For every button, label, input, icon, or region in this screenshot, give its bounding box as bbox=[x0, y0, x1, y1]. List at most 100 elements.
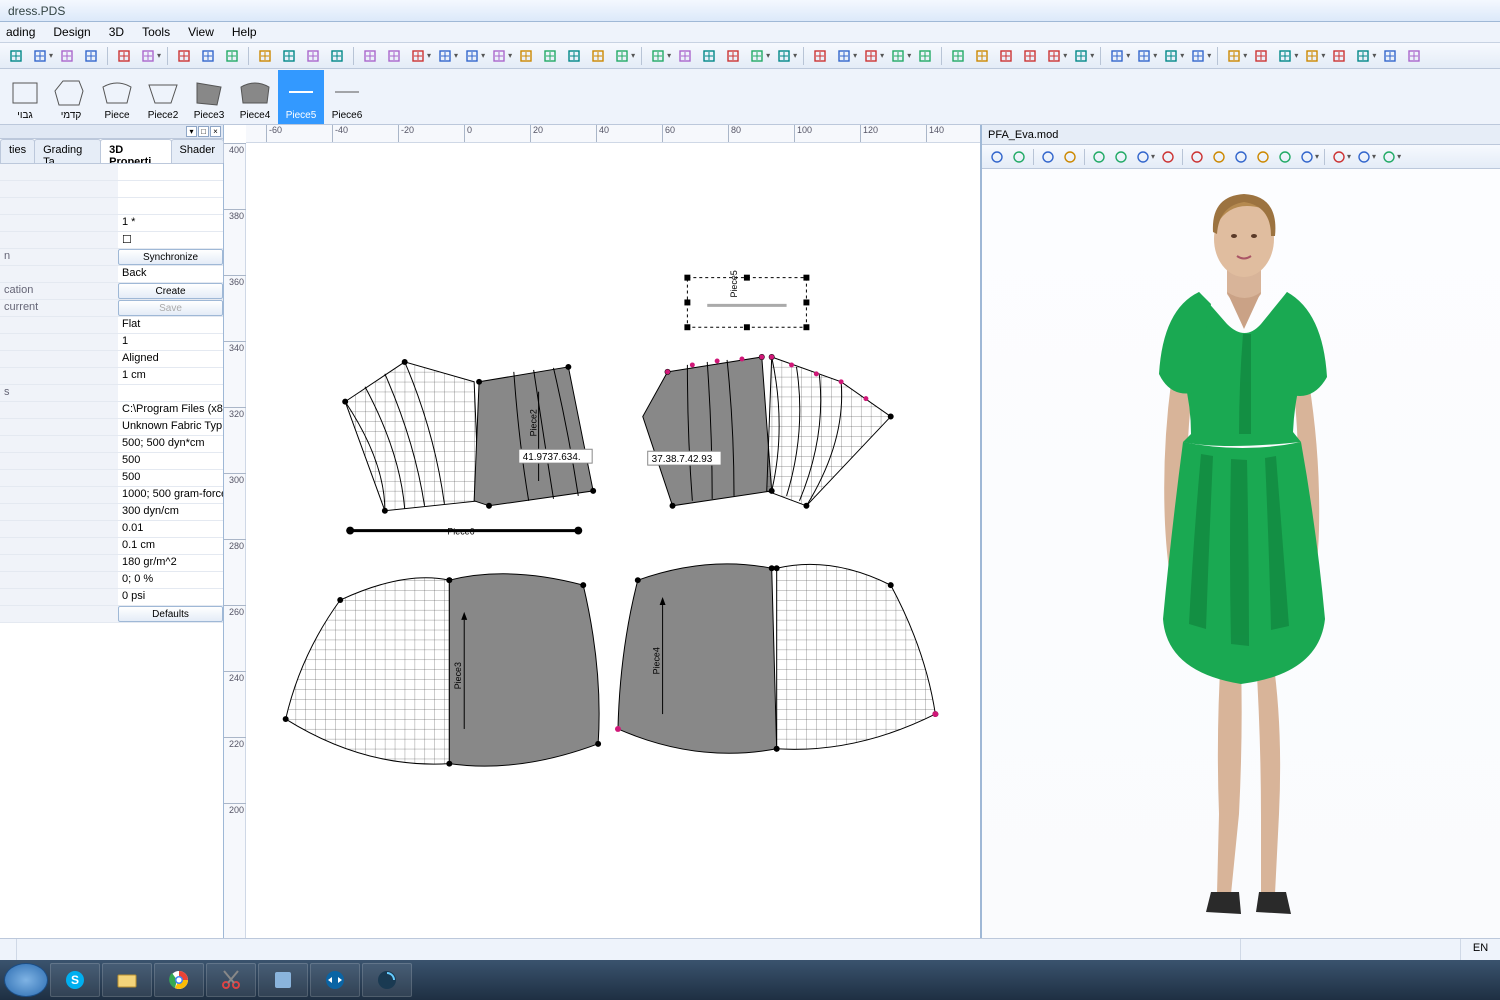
brick-dropdown[interactable] bbox=[1133, 46, 1155, 66]
circle2-icon[interactable] bbox=[1379, 46, 1401, 66]
excel-icon[interactable] bbox=[56, 46, 78, 66]
piece-thumb[interactable]: גבוי bbox=[2, 70, 48, 124]
align-icon[interactable] bbox=[587, 46, 609, 66]
piece-thumb[interactable]: Piece4 bbox=[232, 70, 278, 124]
language-indicator[interactable]: EN bbox=[1460, 939, 1500, 960]
grid2-dropdown[interactable] bbox=[1133, 148, 1153, 166]
layer-dropdown[interactable] bbox=[860, 46, 882, 66]
nodes-dropdown[interactable] bbox=[1274, 46, 1296, 66]
taskbar-app-explorer[interactable] bbox=[102, 963, 152, 997]
prop-value[interactable]: ☐ bbox=[118, 232, 223, 248]
stack-dropdown[interactable] bbox=[887, 46, 909, 66]
save-dropdown[interactable] bbox=[29, 46, 51, 66]
person-icon[interactable] bbox=[1187, 148, 1207, 166]
table-dropdown[interactable] bbox=[746, 46, 768, 66]
menu-item[interactable]: Help bbox=[232, 25, 257, 39]
magic-icon[interactable] bbox=[302, 46, 324, 66]
play-icon[interactable] bbox=[1060, 148, 1080, 166]
camera-icon[interactable] bbox=[1231, 148, 1251, 166]
plus-icon[interactable] bbox=[1403, 46, 1425, 66]
paint-dropdown[interactable] bbox=[833, 46, 855, 66]
pin-icon[interactable]: ▾ bbox=[186, 126, 197, 137]
prop-value[interactable]: 0.01 bbox=[118, 521, 223, 537]
prop-value[interactable] bbox=[118, 385, 223, 401]
globe-dropdown[interactable] bbox=[1352, 46, 1374, 66]
prop-value[interactable]: 180 gr/m^2 bbox=[118, 555, 223, 571]
prop-value[interactable]: 500 bbox=[118, 470, 223, 486]
split-icon[interactable] bbox=[1089, 148, 1109, 166]
taskbar-app-skype[interactable]: S bbox=[50, 963, 100, 997]
prop-value[interactable]: 1 bbox=[118, 334, 223, 350]
group-icon[interactable] bbox=[563, 46, 585, 66]
prop-value[interactable]: Back bbox=[118, 266, 223, 282]
3d-viewport[interactable] bbox=[982, 169, 1500, 938]
ruler-icon[interactable] bbox=[698, 46, 720, 66]
property-tab[interactable]: Shader bbox=[171, 139, 224, 163]
prop-button[interactable]: Save bbox=[118, 300, 223, 316]
pin-icon[interactable]: □ bbox=[198, 126, 209, 137]
property-tab[interactable]: Grading Ta... bbox=[34, 139, 101, 163]
prop-value[interactable]: 300 dyn/cm bbox=[118, 504, 223, 520]
start-button[interactable] bbox=[4, 963, 48, 997]
prop-button[interactable]: Create bbox=[118, 283, 223, 299]
taskbar-app-teamviewer[interactable] bbox=[310, 963, 360, 997]
taskbar-app-chrome[interactable] bbox=[154, 963, 204, 997]
pattern-canvas[interactable]: ▾ □ × -60-40-20020406080100120140 400380… bbox=[224, 125, 980, 938]
ruler2-icon[interactable] bbox=[722, 46, 744, 66]
property-tab[interactable]: ties bbox=[0, 139, 35, 163]
prop-value[interactable]: Aligned bbox=[118, 351, 223, 367]
tri-dropdown[interactable] bbox=[1070, 46, 1092, 66]
prop-value[interactable]: 0.1 cm bbox=[118, 538, 223, 554]
flip-v-icon[interactable] bbox=[1019, 46, 1041, 66]
people-dropdown[interactable] bbox=[1297, 148, 1317, 166]
filter-dropdown[interactable] bbox=[1223, 46, 1245, 66]
swap-icon[interactable] bbox=[1250, 46, 1272, 66]
piece-thumb[interactable]: Piece3 bbox=[186, 70, 232, 124]
piece-thumb[interactable]: קדמי bbox=[48, 70, 94, 124]
piece-thumb[interactable]: Piece6 bbox=[324, 70, 370, 124]
trash-icon[interactable] bbox=[809, 46, 831, 66]
prop-value[interactable]: 1000; 500 gram-force bbox=[118, 487, 223, 503]
measure-dropdown[interactable] bbox=[647, 46, 669, 66]
help-icon[interactable] bbox=[326, 46, 348, 66]
property-tab[interactable]: 3D Properti... bbox=[100, 139, 171, 163]
mirror-dropdown[interactable] bbox=[1043, 46, 1065, 66]
arrow-dropdown[interactable] bbox=[1106, 46, 1128, 66]
rotate-cw-icon[interactable] bbox=[971, 46, 993, 66]
rect-icon[interactable] bbox=[278, 46, 300, 66]
save-icon[interactable] bbox=[5, 46, 27, 66]
piece-thumb[interactable]: Piece5 bbox=[278, 70, 324, 124]
recycle-icon[interactable] bbox=[987, 148, 1007, 166]
grid-icon[interactable] bbox=[674, 46, 696, 66]
curve-dropdown[interactable] bbox=[434, 46, 456, 66]
menu-item[interactable]: ading bbox=[6, 25, 35, 39]
prop-button[interactable]: Synchronize bbox=[118, 249, 223, 265]
arc-dropdown[interactable] bbox=[461, 46, 483, 66]
close-icon[interactable]: × bbox=[210, 126, 221, 137]
prop-value[interactable]: 0 psi bbox=[118, 589, 223, 605]
copy-icon[interactable] bbox=[197, 46, 219, 66]
scissors-icon[interactable] bbox=[539, 46, 561, 66]
spread-dropdown[interactable] bbox=[1301, 46, 1323, 66]
piece-thumb[interactable]: Piece2 bbox=[140, 70, 186, 124]
prop-value[interactable]: 1 cm bbox=[118, 368, 223, 384]
undo-dropdown[interactable] bbox=[137, 46, 159, 66]
prop-value[interactable]: 500; 500 dyn*cm bbox=[118, 436, 223, 452]
house-dropdown[interactable] bbox=[773, 46, 795, 66]
tag-dropdown[interactable] bbox=[1354, 148, 1374, 166]
cut-icon[interactable] bbox=[173, 46, 195, 66]
rotate-ccw-icon[interactable] bbox=[947, 46, 969, 66]
pointer-icon[interactable] bbox=[113, 46, 135, 66]
grid-icon[interactable] bbox=[1111, 148, 1131, 166]
zoom-icon[interactable] bbox=[80, 46, 102, 66]
circle-dropdown[interactable] bbox=[611, 46, 633, 66]
back-icon[interactable] bbox=[1038, 148, 1058, 166]
line-icon[interactable] bbox=[359, 46, 381, 66]
target-icon[interactable] bbox=[1328, 46, 1350, 66]
paste-icon[interactable] bbox=[221, 46, 243, 66]
taskbar-app-generic[interactable] bbox=[258, 963, 308, 997]
palette-icon[interactable] bbox=[1158, 148, 1178, 166]
prop-value[interactable]: Unknown Fabric Typ bbox=[118, 419, 223, 435]
prop-value[interactable]: C:\Program Files (x86 bbox=[118, 402, 223, 418]
menu-item[interactable]: Design bbox=[53, 25, 90, 39]
